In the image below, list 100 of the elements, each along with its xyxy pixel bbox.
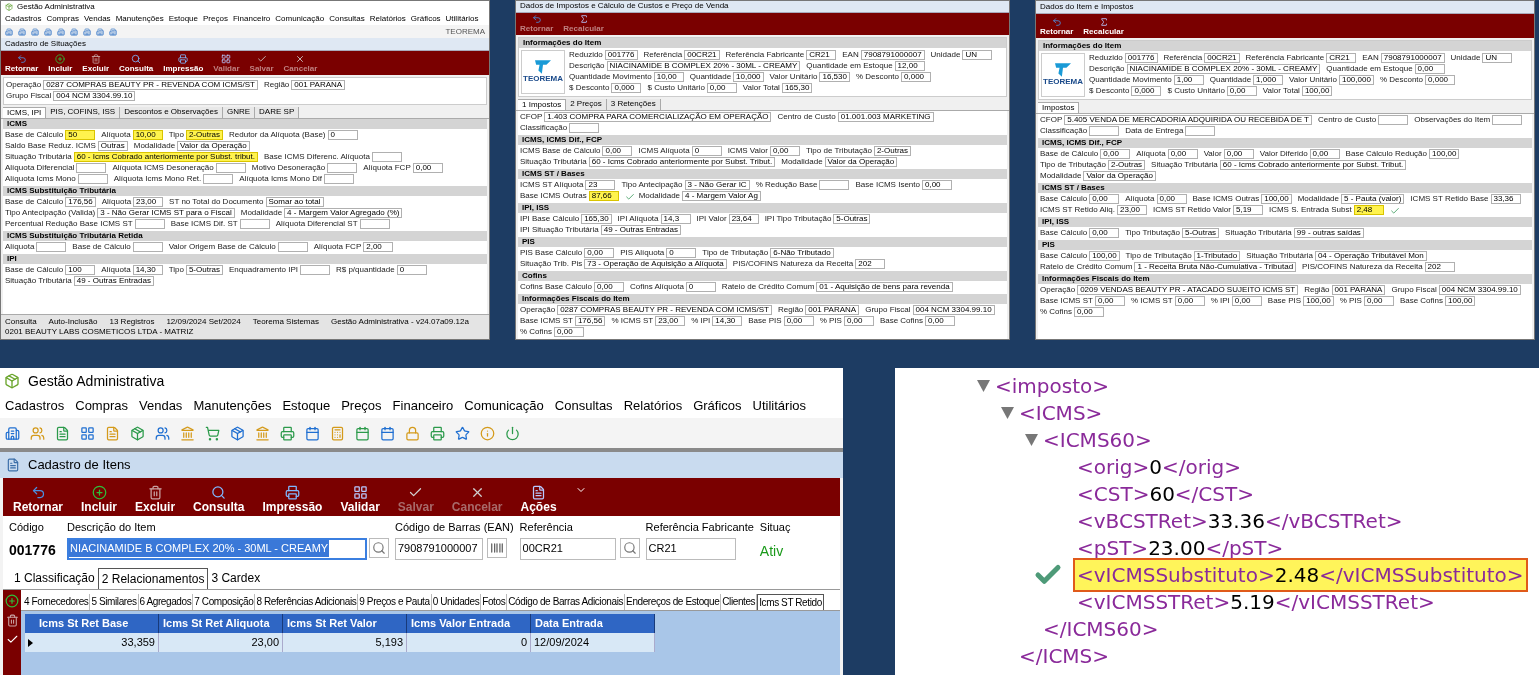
input-field[interactable]: 100,000 (1338, 75, 1374, 85)
input-field[interactable]: 0,00 (1363, 296, 1394, 306)
input-field[interactable]: Valor da Operação (1083, 171, 1156, 181)
toolbar-icon[interactable] (130, 425, 145, 441)
input-field[interactable]: 0,00 (594, 282, 625, 292)
input-field[interactable]: 001 PARANA (1331, 285, 1386, 295)
input-field[interactable]: 0 (685, 282, 716, 292)
input-field[interactable]: 0,000 (1131, 86, 1162, 96)
toolbar-icon[interactable] (18, 27, 26, 36)
toolbar-icon[interactable] (44, 27, 52, 36)
input-field[interactable]: 04 - Operação Tributável Mon (1314, 251, 1427, 261)
input-field[interactable] (36, 242, 67, 252)
input-field[interactable]: 001 PARANA (291, 80, 346, 90)
menu-item[interactable]: Comunicação (464, 396, 544, 416)
input-field[interactable]: 5,19 (1232, 205, 1263, 215)
input-field[interactable]: 2-Outras (873, 146, 912, 156)
input-field[interactable]: 60 - Icms Cobrado anteriormente por Subst. tribut. (73, 152, 258, 162)
tab[interactable]: Código de Barras Adicionais (507, 594, 626, 610)
input-field[interactable]: 00CR21 (1204, 53, 1240, 63)
input-field[interactable] (299, 265, 330, 275)
input-field[interactable]: 0287 COMPRAS BEAUTY PR - REVENDA COM ICMS/ST (557, 305, 772, 315)
input-field[interactable]: NIACINAMIDE B COMPLEX 20% - 30ML - CREAMY (606, 61, 801, 71)
toolbar-icon[interactable] (305, 425, 320, 441)
toolbar-icon[interactable] (5, 425, 20, 441)
input-field[interactable]: 23,00 (655, 316, 686, 326)
input-field[interactable]: 5-Outras (1182, 228, 1220, 238)
input-field[interactable]: 6-Não Tributado (770, 248, 834, 258)
menu-item[interactable]: Estoque (168, 14, 198, 24)
input-field[interactable] (1185, 126, 1216, 136)
check-icon[interactable] (5, 633, 19, 646)
input-field[interactable]: 0,00 (1156, 194, 1187, 204)
tab[interactable]: 6 Agregados (138, 594, 194, 610)
toolbar-icon[interactable] (55, 425, 70, 441)
input-field[interactable]: 33,36 (1490, 194, 1521, 204)
input-field[interactable]: 0,00 (1074, 307, 1104, 317)
input-field[interactable] (203, 174, 234, 184)
input-field[interactable]: 49 - Outras Entradas (600, 225, 681, 235)
input-field[interactable] (359, 219, 390, 229)
toolbar-icon[interactable] (155, 425, 170, 441)
input-field[interactable]: 60 - Icms Cobrado anteriormente por Subst. Tribut. (588, 157, 776, 167)
input-field[interactable]: 001 PARANA (805, 305, 860, 315)
input-field[interactable] (1089, 126, 1120, 136)
menu-item[interactable]: Manutenções (115, 14, 164, 24)
menu-item[interactable]: Utilitários (752, 396, 807, 416)
input-field[interactable] (76, 163, 107, 173)
toolbar-button[interactable]: Consulta (193, 485, 245, 514)
input-field[interactable] (371, 152, 402, 162)
input-field[interactable]: 73 - Operação de Aquisição a Alíquota (584, 259, 727, 269)
input-field[interactable]: 23 (585, 180, 616, 190)
input-field[interactable]: 5-Outras (185, 265, 223, 275)
input-field[interactable]: 7908791000007 (395, 537, 483, 560)
input-field[interactable]: 004 NCM 3304.99.10 (53, 91, 136, 101)
tab[interactable]: 4 Fornecedores (23, 594, 91, 610)
input-field[interactable]: 23,00 (133, 197, 164, 207)
input-field[interactable]: 001776 (1124, 53, 1158, 63)
tab[interactable]: GNRE (222, 107, 256, 118)
input-field[interactable]: 0 (327, 130, 358, 140)
input-field[interactable]: 100 (65, 265, 96, 275)
menu-item[interactable]: Relatórios (623, 396, 683, 416)
tab[interactable]: PIS, COFINS, ISS (46, 107, 121, 118)
input-field[interactable]: 4 - Margem Valor Agregado (%) (284, 208, 403, 218)
menu-item[interactable]: Financeiro (232, 14, 271, 24)
input-field[interactable]: 7908791000007 (1380, 53, 1445, 63)
input-field[interactable]: 10,00 (132, 130, 163, 140)
input-field[interactable]: 2-Outras (185, 130, 223, 140)
input-field[interactable]: 0287 COMPRAS BEAUTY PR - REVENDA COM ICMS/ST (43, 80, 258, 90)
menu-item[interactable]: Preços (341, 396, 382, 416)
menu-item[interactable]: Financeiro (392, 396, 454, 416)
input-field[interactable]: 49 - Outras Entradas (73, 276, 154, 286)
toolbar-button[interactable]: Retornar (13, 485, 63, 514)
menu-item[interactable]: Estoque (282, 396, 331, 416)
input-field[interactable]: 0,00 (554, 327, 584, 337)
menu-item[interactable]: Compras (75, 396, 128, 416)
menu-item[interactable]: Compras (46, 14, 79, 24)
toolbar-button[interactable]: Impressão (163, 54, 204, 74)
input-field[interactable]: 5.405 VENDA DE MERCADORIA ADQUIRIDA OU RECEBIDA DE T (1064, 115, 1312, 125)
input-field[interactable] (132, 242, 163, 252)
input-field[interactable]: 1-Tributado (1193, 251, 1241, 261)
input-field[interactable]: 16,530 (819, 72, 850, 82)
tab[interactable]: 2 Relacionamentos (97, 568, 209, 589)
toolbar-icon[interactable] (105, 425, 120, 441)
toolbar-icon[interactable] (280, 425, 295, 441)
input-field[interactable]: 0,000 (611, 83, 642, 93)
plus-icon[interactable] (5, 594, 19, 608)
input-field[interactable]: UN (1482, 53, 1513, 63)
input-field[interactable]: 01.001.003 MARKETING (837, 112, 934, 122)
input-field[interactable]: 87,66 (588, 191, 619, 201)
toolbar-icon[interactable] (31, 27, 39, 36)
menu-item[interactable]: Utilitários (445, 14, 479, 24)
toolbar-button[interactable]: Excluir (82, 54, 110, 74)
tab[interactable]: 1 Impostos (518, 99, 567, 110)
toolbar-icon[interactable] (5, 27, 13, 36)
input-field[interactable]: 1.403 COMPRA PARA COMERCIALIZAÇÃO EM OPERAÇÃO (544, 112, 772, 122)
input-field[interactable]: Outras (97, 141, 128, 151)
toolbar-icon[interactable] (330, 425, 345, 441)
input-field[interactable]: CR21 (1326, 53, 1357, 63)
input-field[interactable]: 3 - Não Gerar ICMS ST para o Fiscal (97, 208, 235, 218)
toolbar-button[interactable]: Ações (520, 485, 557, 514)
menu-item[interactable]: Preços (203, 14, 228, 24)
toolbar-button[interactable]: Retornar (1040, 17, 1074, 37)
